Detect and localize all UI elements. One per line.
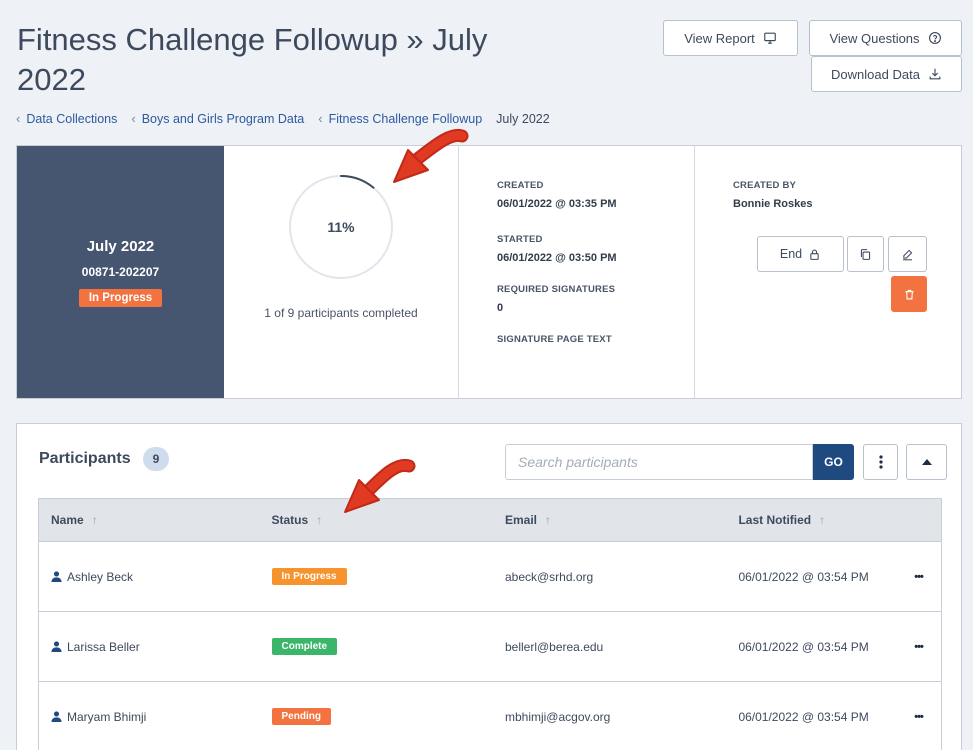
edit-icon	[903, 249, 913, 260]
table-row: Maryam Bhimji Pending mbhimji@acgov.org …	[39, 682, 941, 750]
participants-header: Participants 9	[39, 447, 170, 471]
view-report-button[interactable]: View Report	[663, 20, 798, 56]
participant-status-cell: Complete	[271, 638, 505, 655]
end-button[interactable]: End	[757, 236, 844, 272]
summary-card: July 2022 00871-202207 In Progress 11% 1…	[16, 145, 962, 399]
sort-arrow-icon: ↑	[91, 513, 98, 527]
view-questions-button[interactable]: View Questions	[809, 20, 962, 56]
participant-email-cell: mbhimji@acgov.org	[504, 709, 611, 724]
created-value: 06/01/2022 @ 03:35 PM	[497, 198, 617, 210]
annotation-arrow-icon	[393, 128, 469, 183]
user-icon	[51, 641, 62, 652]
table-row: Ashley Beck In Progress abeck@srhd.org 0…	[39, 542, 941, 612]
status-badge: Complete	[271, 638, 338, 655]
delete-button[interactable]	[891, 276, 927, 312]
started-value: 06/01/2022 @ 03:50 PM	[497, 252, 617, 264]
breadcrumb-program-data[interactable]: ‹ Boys and Girls Program Data	[131, 111, 304, 126]
participant-email-cell: abeck@srhd.org	[504, 569, 594, 584]
participants-count-badge: 9	[142, 447, 170, 471]
kebab-menu-icon	[878, 455, 883, 469]
participant-notified-cell: 06/01/2022 @ 03:54 PM	[738, 569, 869, 584]
collection-code: 00871-202207	[81, 264, 160, 279]
participant-email-cell: bellerl@berea.edu	[504, 639, 604, 654]
more-horizontal-icon: •••	[914, 710, 924, 723]
chevron-left-icon: ‹	[318, 111, 323, 126]
progress-ring: 11%	[288, 174, 394, 280]
download-data-label: Download Data	[831, 66, 920, 82]
participant-notified-cell: 06/01/2022 @ 03:54 PM	[738, 639, 869, 654]
participants-title: Participants	[39, 450, 131, 467]
copy-button[interactable]	[847, 236, 884, 272]
monitor-icon	[763, 32, 776, 44]
progress-percent: 11%	[327, 219, 355, 235]
created-by-label: CREATED BY	[733, 180, 797, 191]
signature-text-label: SIGNATURE PAGE TEXT	[497, 334, 612, 345]
user-icon	[51, 571, 62, 582]
view-questions-label: View Questions	[829, 30, 920, 46]
participants-card: Participants 9 GO Name↑ Status↑ Email↑ L…	[16, 423, 962, 750]
column-header-email[interactable]: Email ↑	[505, 513, 738, 527]
sort-arrow-icon: ↑	[544, 513, 551, 527]
collection-name: July 2022	[86, 237, 155, 255]
row-actions-button[interactable]: •••	[896, 641, 941, 653]
go-button[interactable]: GO	[813, 444, 854, 480]
download-data-button[interactable]: Download Data	[811, 56, 962, 92]
collapse-button[interactable]	[906, 444, 947, 480]
participant-name-cell: Larissa Beller	[39, 640, 272, 654]
more-options-button[interactable]	[863, 444, 898, 480]
breadcrumb: ‹ Data Collections ‹ Boys and Girls Progra…	[16, 111, 550, 126]
copy-icon	[860, 248, 871, 260]
view-report-label: View Report	[684, 30, 755, 46]
edit-button[interactable]	[888, 236, 927, 272]
column-header-last-notified[interactable]: Last Notified ↑	[738, 513, 941, 527]
column-header-name[interactable]: Name ↑	[39, 513, 272, 527]
signatures-value: 0	[497, 302, 504, 314]
created-label: CREATED	[497, 180, 544, 191]
row-actions-button[interactable]: •••	[896, 571, 941, 583]
participant-name-cell: Ashley Beck	[39, 570, 272, 584]
caret-up-icon	[921, 459, 932, 465]
breadcrumb-current: July 2022	[496, 111, 550, 126]
trash-icon	[904, 289, 914, 300]
collection-identity-panel: July 2022 00871-202207 In Progress	[17, 146, 224, 398]
breadcrumb-data-collections[interactable]: ‹ Data Collections	[16, 111, 117, 126]
status-badge: In Progress	[271, 568, 347, 585]
progress-text: 1 of 9 participants completed	[264, 306, 418, 320]
page-title: Fitness Challenge Followup » July 2022	[17, 22, 488, 97]
annotation-arrow-icon	[344, 458, 416, 513]
started-label: STARTED	[497, 234, 543, 245]
sort-arrow-icon: ↑	[819, 513, 826, 527]
signatures-label: REQUIRED SIGNATURES	[497, 284, 616, 295]
row-actions-button[interactable]: •••	[896, 711, 941, 723]
participant-notified-cell: 06/01/2022 @ 03:54 PM	[738, 709, 869, 724]
created-by-value: Bonnie Roskes	[733, 198, 813, 210]
created-by-panel: CREATED BY Bonnie Roskes End	[695, 146, 961, 398]
user-icon	[51, 711, 62, 722]
chevron-left-icon: ‹	[131, 111, 136, 126]
participant-status-cell: In Progress	[271, 568, 505, 585]
search-participants-input[interactable]	[505, 444, 813, 480]
status-badge: Pending	[271, 708, 331, 725]
participant-name-cell: Maryam Bhimji	[39, 710, 272, 724]
dates-panel: CREATED 06/01/2022 @ 03:35 PM STARTED 06…	[459, 146, 695, 398]
participants-table: Name ↑ Status ↑ Email ↑ Last Notified ↑ Ashl…	[38, 498, 942, 750]
table-row: Larissa Beller Complete bellerl@berea.ed…	[39, 612, 941, 682]
chevron-left-icon: ‹	[16, 111, 21, 126]
more-horizontal-icon: •••	[914, 640, 924, 653]
lock-icon	[810, 249, 819, 260]
status-badge: In Progress	[78, 288, 163, 307]
more-horizontal-icon: •••	[914, 570, 924, 583]
participant-status-cell: Pending	[271, 708, 505, 725]
sort-arrow-icon: ↑	[316, 513, 323, 527]
breadcrumb-fitness-challenge[interactable]: ‹ Fitness Challenge Followup	[318, 111, 482, 126]
help-circle-icon	[928, 32, 941, 44]
end-label: End	[779, 247, 803, 261]
table-header: Name ↑ Status ↑ Email ↑ Last Notified ↑	[39, 499, 941, 542]
download-icon	[929, 68, 941, 80]
